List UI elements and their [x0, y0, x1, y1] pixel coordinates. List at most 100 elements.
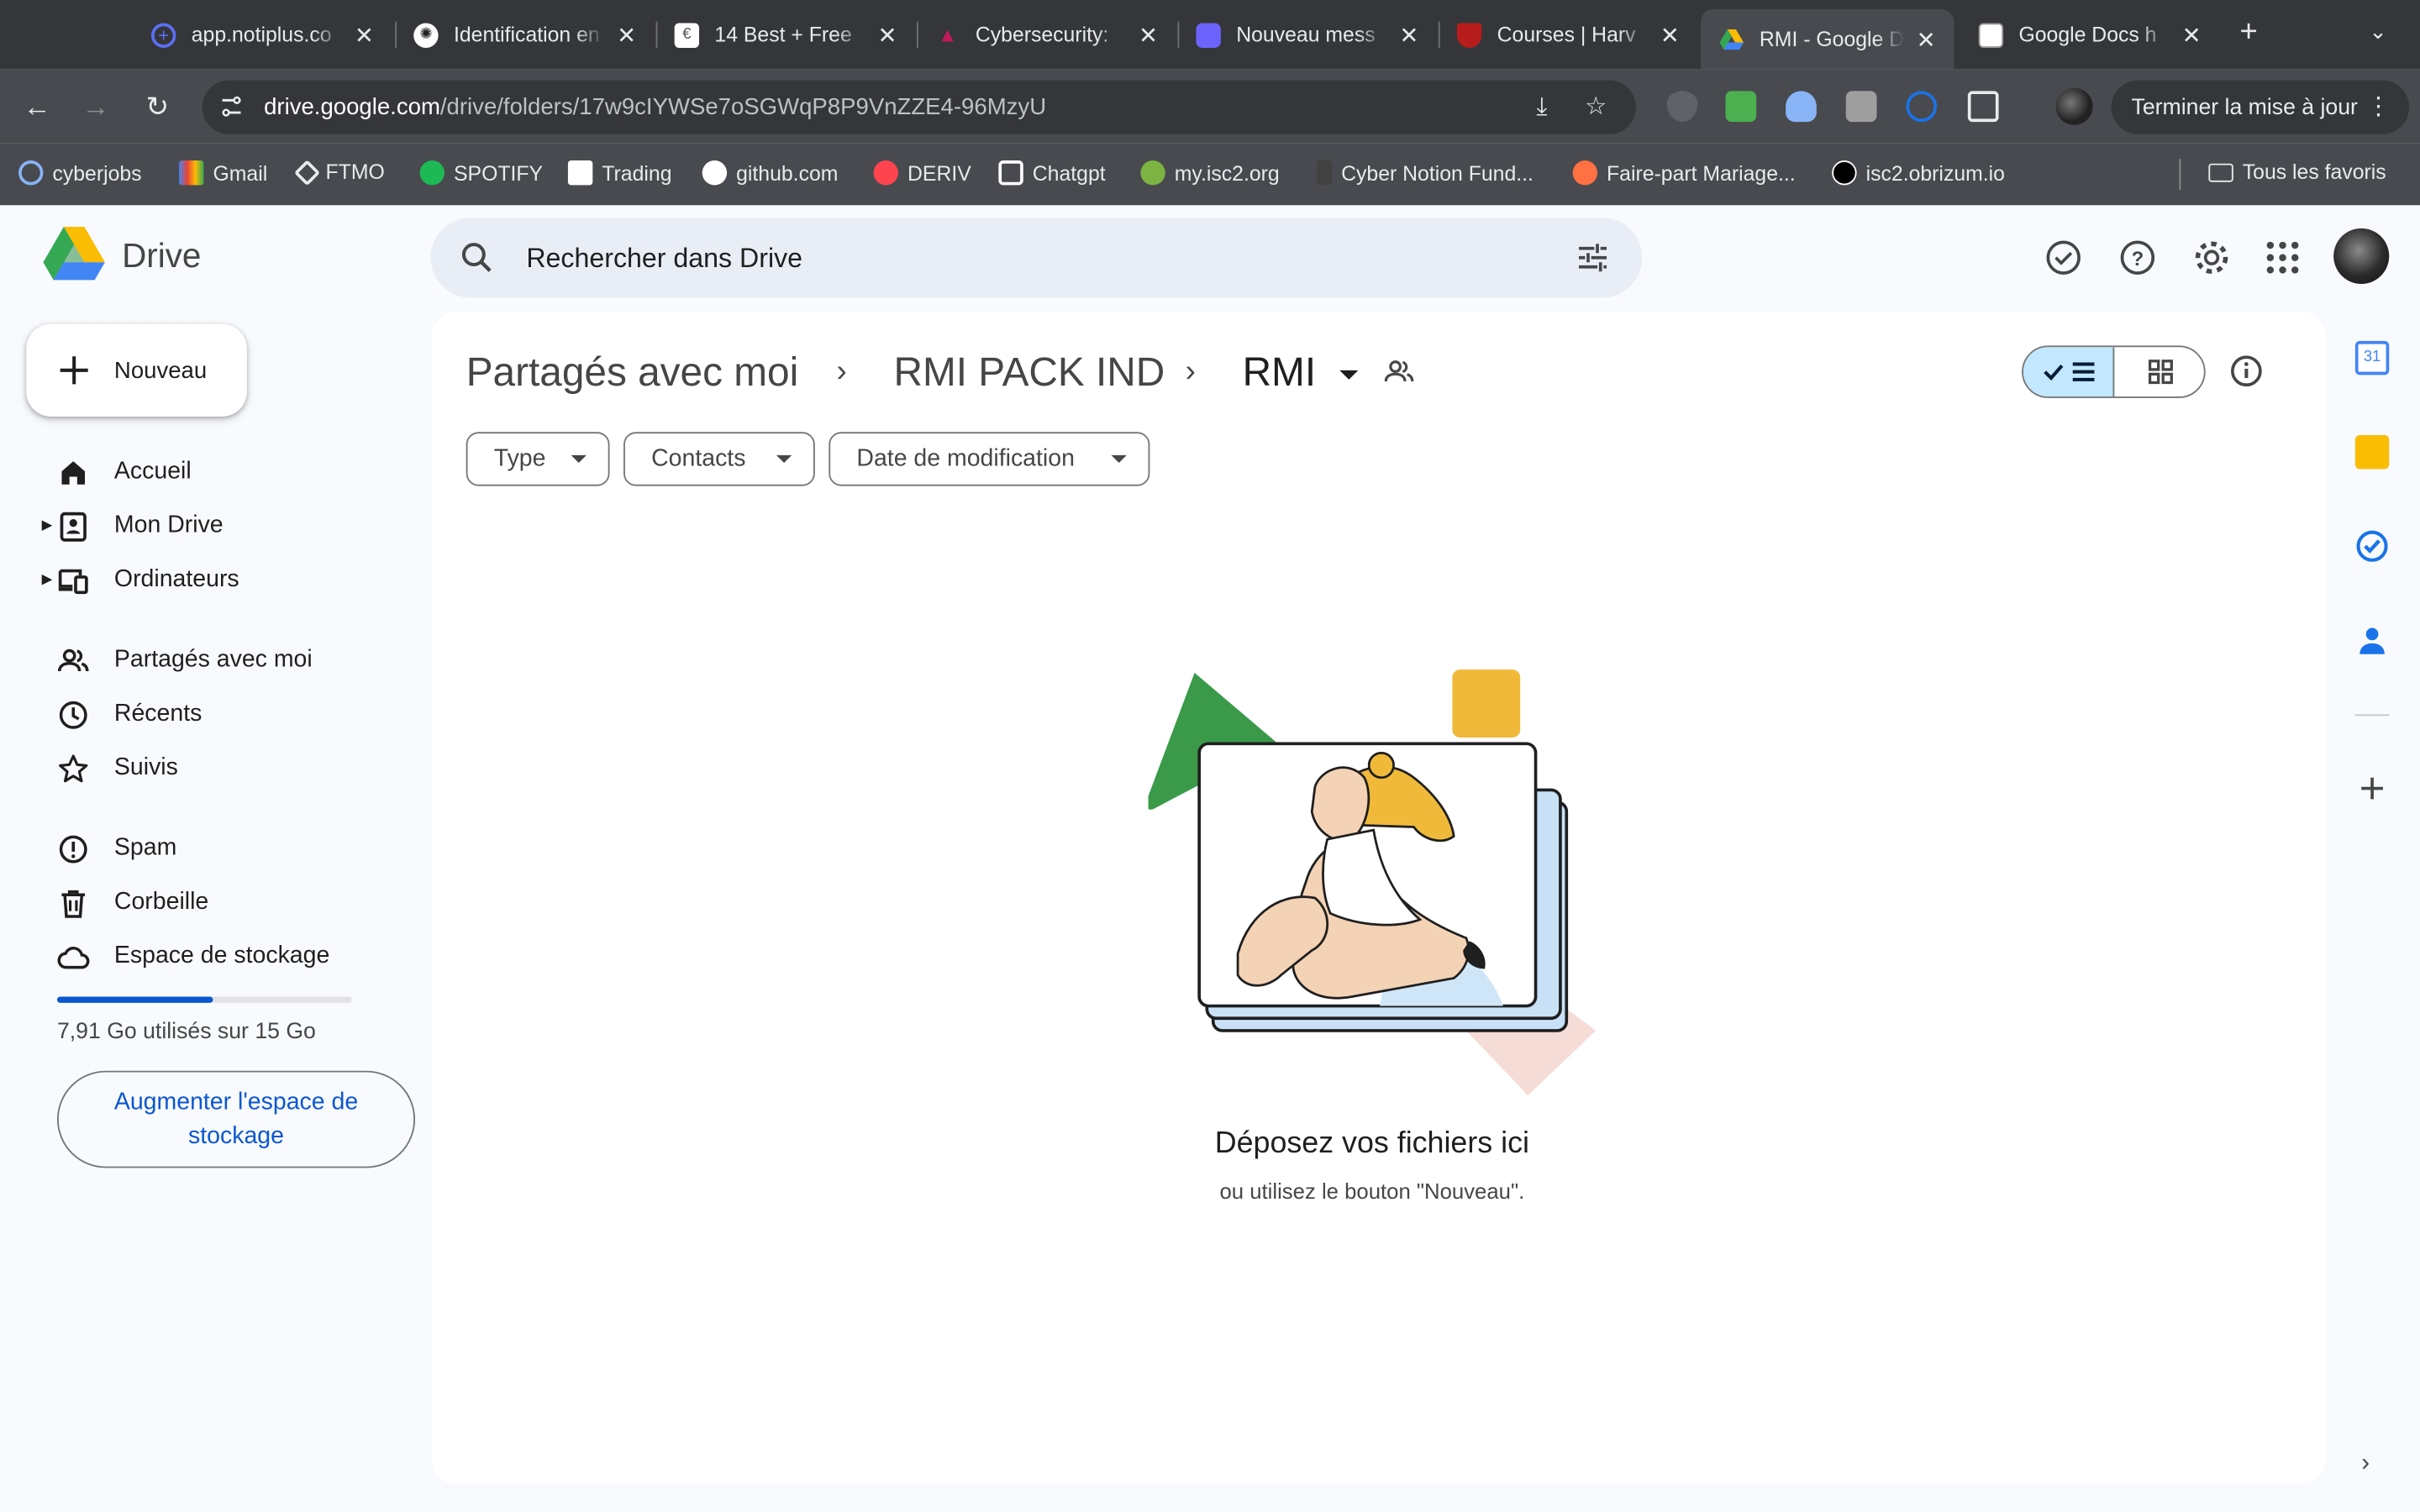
close-tab-icon[interactable]: ✕: [352, 21, 376, 49]
browser-tab[interactable]: + app.notiplus.co ✕: [133, 9, 392, 60]
settings-gear-icon[interactable]: [2191, 238, 2232, 278]
close-tab-icon[interactable]: ✕: [1397, 21, 1421, 49]
nav-item-trash[interactable]: Corbeille: [0, 878, 417, 927]
offline-ready-icon[interactable]: [2044, 238, 2084, 278]
bookmark-item[interactable]: SPOTIFY: [419, 160, 543, 186]
search-options-icon[interactable]: [1574, 239, 1611, 276]
isc2-icon: [1140, 160, 1165, 186]
breadcrumb-shared-with-me[interactable]: Partagés avec moi: [466, 349, 799, 396]
bookmark-item[interactable]: FTMO: [293, 159, 385, 186]
nav-item-storage[interactable]: Espace de stockage: [0, 932, 417, 981]
nav-item-starred[interactable]: Suivis: [0, 743, 417, 793]
filter-contacts-chip[interactable]: Contacts: [623, 432, 815, 486]
browser-tab[interactable]: ▲ Cybersecurity: ✕: [917, 9, 1176, 60]
all-bookmarks-folder[interactable]: Tous les favoris: [2208, 160, 2386, 184]
search-input[interactable]: Rechercher dans Drive: [526, 242, 802, 275]
filter-label: Date de modification: [856, 444, 1075, 472]
bookmark-item[interactable]: Faire-part Mariage...: [1572, 160, 1796, 186]
forward-arrow-icon[interactable]: →: [77, 88, 114, 125]
obrizum-icon: [1832, 160, 1857, 186]
show-side-panel-chevron-icon[interactable]: ›: [2361, 1451, 2370, 1478]
ftmo-icon: [293, 159, 321, 186]
contacts-icon[interactable]: [2355, 623, 2389, 657]
new-button[interactable]: Nouveau: [26, 323, 247, 417]
close-tab-icon[interactable]: ✕: [1136, 21, 1160, 49]
tradingview-icon: [567, 160, 593, 186]
tab-search-chevron-icon[interactable]: ⌄: [2369, 18, 2387, 45]
close-tab-icon[interactable]: ✕: [2179, 21, 2203, 49]
bookmark-item[interactable]: cyberjobs: [18, 160, 142, 186]
account-avatar[interactable]: [2333, 228, 2390, 284]
help-icon[interactable]: ?: [2118, 238, 2158, 278]
bookmark-item[interactable]: github.com: [702, 160, 838, 186]
nav-item-recent[interactable]: Récents: [0, 690, 417, 739]
search-icon[interactable]: [459, 239, 496, 276]
close-tab-icon[interactable]: ✕: [614, 21, 639, 49]
upgrade-storage-button[interactable]: Augmenter l'espace de stockage: [56, 1070, 416, 1168]
install-app-icon[interactable]: ⤓: [1527, 92, 1558, 123]
nav-item-my-drive[interactable]: ▶ Mon Drive: [0, 501, 417, 551]
nav-item-home[interactable]: Accueil: [0, 448, 417, 497]
bookmark-item[interactable]: Chatgpt: [998, 160, 1106, 186]
keep-notes-icon[interactable]: [2354, 434, 2390, 470]
tasks-icon[interactable]: [2355, 529, 2389, 563]
drive-app-name[interactable]: Drive: [122, 236, 201, 276]
extensions-puzzle-icon[interactable]: [1967, 91, 1999, 123]
close-tab-icon[interactable]: ✕: [1914, 25, 1939, 53]
messenger-favicon-icon: [1196, 22, 1221, 48]
url-text[interactable]: drive.google.com/drive/folders/17w9cIYWS…: [264, 94, 1046, 120]
expand-caret-icon[interactable]: ▶: [42, 517, 53, 533]
bookmark-item[interactable]: my.isc2.org: [1140, 160, 1280, 186]
bookmark-item[interactable]: Trading: [567, 160, 671, 186]
google-drive-logo-icon[interactable]: [43, 227, 105, 282]
new-tab-plus-icon[interactable]: +: [2232, 15, 2265, 49]
empty-state-title: Déposez vos fichiers ici: [1214, 1126, 1529, 1161]
euro-extension-icon[interactable]: [1845, 91, 1877, 123]
filter-type-chip[interactable]: Type: [466, 432, 610, 486]
bookmark-label: DERIV: [908, 160, 971, 185]
ghost-extension-icon[interactable]: [1786, 91, 1817, 123]
shared-folder-people-icon[interactable]: [1383, 356, 1416, 387]
nav-item-label: Corbeille: [113, 888, 209, 916]
filter-date-modified-chip[interactable]: Date de modification: [829, 432, 1150, 486]
browser-tab-active[interactable]: RMI - Google D ✕: [1701, 9, 1954, 70]
browser-profile-avatar[interactable]: [2055, 87, 2093, 125]
bookmark-item[interactable]: Cyber Notion Fund...: [1316, 160, 1534, 186]
filter-label: Type: [493, 444, 546, 472]
check-extension-icon[interactable]: [1906, 91, 1938, 123]
address-bar[interactable]: drive.google.com/drive/folders/17w9cIYWS…: [202, 80, 1636, 134]
breadcrumb-current-folder[interactable]: RMI: [1243, 349, 1359, 396]
browser-tab[interactable]: Nouveau mess ✕: [1177, 9, 1437, 60]
google-apps-grid-icon[interactable]: [2263, 238, 2303, 278]
bookmark-item[interactable]: DERIV: [873, 160, 971, 186]
list-view-button[interactable]: [2023, 347, 2115, 397]
bolt-extension-icon[interactable]: [1725, 91, 1757, 123]
bookmark-label: Chatgpt: [1032, 160, 1106, 185]
details-info-icon[interactable]: [2228, 354, 2264, 389]
bookmark-item[interactable]: isc2.obrizum.io: [1832, 160, 2005, 186]
shield-extension-icon[interactable]: [1666, 91, 1698, 123]
grid-view-button[interactable]: [2116, 347, 2204, 396]
browser-tab[interactable]: ✺ Identification en ✕: [395, 9, 655, 60]
get-addons-plus-icon[interactable]: [2355, 771, 2389, 805]
site-settings-icon[interactable]: [218, 92, 245, 120]
back-arrow-icon[interactable]: ←: [18, 88, 55, 125]
close-tab-icon[interactable]: ✕: [875, 21, 899, 49]
browser-tab[interactable]: € 14 Best + Free ✕: [656, 9, 916, 60]
browser-tab[interactable]: Courses | Harv ✕: [1439, 9, 1698, 60]
search-bar[interactable]: Rechercher dans Drive: [430, 217, 1643, 298]
nav-item-computers[interactable]: ▶ Ordinateurs: [0, 555, 417, 605]
nav-item-shared-with-me[interactable]: Partagés avec moi: [0, 636, 417, 685]
close-tab-icon[interactable]: ✕: [1658, 21, 1682, 49]
nav-item-spam[interactable]: Spam: [0, 824, 417, 874]
google-drive-favicon-icon: [1719, 27, 1744, 51]
breadcrumb-chevron-icon: ›: [836, 354, 847, 389]
bookmark-item[interactable]: Gmail: [179, 160, 267, 186]
browser-tab[interactable]: Google Docs h ✕: [1960, 9, 2220, 60]
breadcrumb-parent-folder[interactable]: RMI PACK IND: [893, 349, 1165, 396]
bookmark-star-icon[interactable]: ☆: [1581, 92, 1612, 123]
reload-icon[interactable]: ↻: [139, 88, 176, 125]
calendar-icon[interactable]: 31: [2354, 340, 2390, 375]
finish-update-button[interactable]: Terminer la mise à jour ⋮: [2111, 80, 2410, 134]
expand-caret-icon[interactable]: ▶: [42, 571, 53, 588]
